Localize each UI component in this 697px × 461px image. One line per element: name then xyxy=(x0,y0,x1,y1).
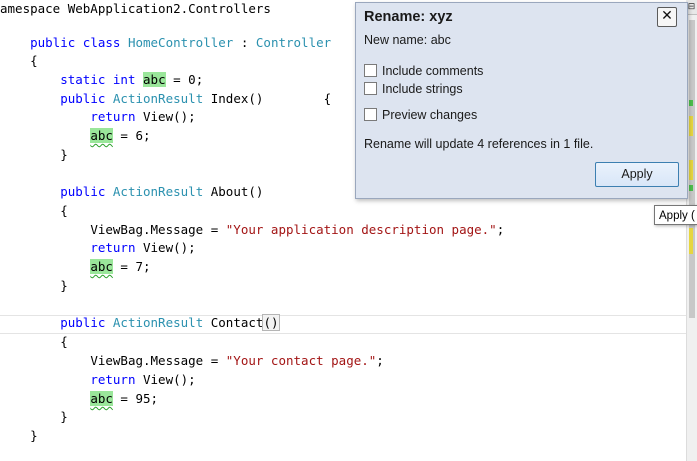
brace-match-highlight: () xyxy=(262,314,280,331)
rename-symbol-highlight[interactable]: abc xyxy=(143,72,166,87)
preview-changes-checkbox[interactable] xyxy=(364,108,377,121)
code-line-index-close: } xyxy=(60,147,68,162)
code-line-class: public class HomeController : Controller xyxy=(30,35,332,50)
code-line-index-return: return View(); xyxy=(90,109,196,124)
apply-tooltip: Apply ( xyxy=(654,205,697,225)
include-strings-label: Include strings xyxy=(382,82,463,96)
rename-symbol-highlight[interactable]: abc xyxy=(90,259,113,274)
rename-symbol-highlight[interactable]: abc xyxy=(90,128,113,143)
code-line-class-close: } xyxy=(30,428,38,443)
code-line-namespace: amespace WebApplication2.Controllers xyxy=(0,1,271,16)
code-line-about-viewbag: ViewBag.Message = "Your application desc… xyxy=(90,222,505,237)
code-line-contact: public ActionResult Contact() xyxy=(60,314,280,331)
code-line-about-close: } xyxy=(60,278,68,293)
close-icon[interactable]: ✕ xyxy=(657,7,677,27)
include-strings-checkbox[interactable] xyxy=(364,82,377,95)
code-line-contact-open: { xyxy=(60,334,68,349)
include-comments-checkbox[interactable] xyxy=(364,64,377,77)
scrollbar-change-marker xyxy=(689,160,693,180)
code-line-contact-return: return View(); xyxy=(90,372,196,387)
rename-dialog: Rename: xyz ✕ New name: abc Include comm… xyxy=(355,2,688,199)
include-strings-option[interactable]: Include strings xyxy=(364,81,463,97)
code-line-about-open: { xyxy=(60,203,68,218)
include-comments-option[interactable]: Include comments xyxy=(364,63,483,79)
code-line-index-assign: abc = 6; xyxy=(90,128,151,143)
scrollbar-change-marker xyxy=(689,116,693,136)
code-line-about-assign: abc = 7; xyxy=(90,259,151,274)
rename-dialog-title: Rename: xyz xyxy=(364,9,453,25)
code-line-contact-close: } xyxy=(60,409,68,424)
code-line-field: static int abc = 0; xyxy=(60,72,204,87)
code-line-index: public ActionResult Index() { xyxy=(60,91,332,106)
code-line-about-return: return View(); xyxy=(90,240,196,255)
rename-summary: Rename will update 4 references in 1 fil… xyxy=(364,137,594,151)
scrollbar-change-marker xyxy=(689,228,693,254)
code-line-contact-assign: abc = 95; xyxy=(90,391,159,406)
preview-changes-option[interactable]: Preview changes xyxy=(364,107,477,123)
preview-changes-label: Preview changes xyxy=(382,108,478,122)
apply-button[interactable]: Apply xyxy=(595,162,679,187)
code-line-contact-viewbag: ViewBag.Message = "Your contact page."; xyxy=(90,353,384,368)
code-line-class-open: { xyxy=(30,53,38,68)
include-comments-label: Include comments xyxy=(382,64,484,78)
scrollbar-change-marker xyxy=(689,185,693,191)
rename-symbol-highlight[interactable]: abc xyxy=(90,391,113,406)
code-line-about: public ActionResult About() xyxy=(60,184,264,199)
class-name: HomeController xyxy=(127,35,234,50)
scrollbar-change-marker xyxy=(689,100,693,106)
new-name-label: New name: abc xyxy=(364,33,451,47)
